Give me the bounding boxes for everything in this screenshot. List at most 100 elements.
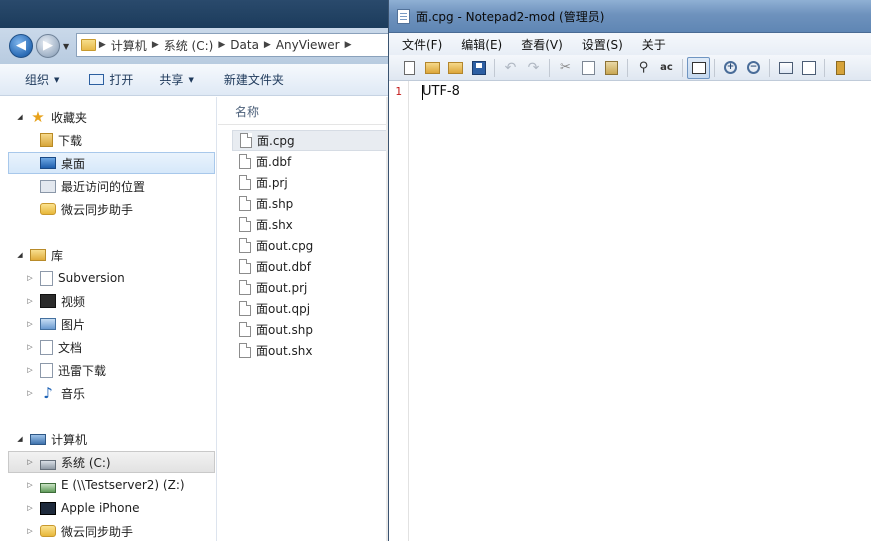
customize-scheme-button[interactable] (797, 57, 820, 79)
paste-button[interactable] (600, 57, 623, 79)
open-label: 打开 (109, 73, 134, 87)
tree-label: 库 (51, 248, 64, 263)
menu-file[interactable]: 文件(F) (389, 36, 449, 53)
organize-button[interactable]: 组织 ▼ (0, 64, 69, 95)
column-header-name[interactable]: ˆ 名称 (218, 97, 390, 125)
file-row[interactable]: 面.shx (232, 214, 390, 235)
tree-item-weiyun[interactable]: 微云同步助手 (0, 198, 216, 220)
breadcrumb-system-drive[interactable]: 系统 (C:) (164, 37, 214, 54)
file-row[interactable]: 面.cpg (232, 130, 390, 151)
tree-label: 计算机 (51, 432, 88, 447)
file-list-pane[interactable]: ˆ 名称 面.cpg 面.dbf 面.prj 面.shp 面.shx 面out.… (218, 97, 390, 541)
menu-about[interactable]: 关于 (630, 36, 673, 53)
editor-line-text[interactable]: UTF-8 (422, 84, 460, 99)
undo-button[interactable]: ↶ (499, 57, 522, 79)
expand-arrow-icon[interactable]: ▷ (25, 389, 35, 397)
expand-arrow-icon[interactable]: ▷ (25, 504, 35, 512)
forward-button[interactable]: ▶ (36, 34, 60, 58)
expand-arrow-icon[interactable]: ▷ (25, 458, 35, 466)
tree-item-recent-places[interactable]: 最近访问的位置 (0, 175, 216, 197)
file-row[interactable]: 面out.prj (232, 277, 390, 298)
recent-pages-dropdown-icon[interactable]: ▼ (63, 42, 69, 51)
word-wrap-icon (691, 61, 706, 74)
word-wrap-button[interactable] (687, 56, 710, 79)
file-name: 面.shp (256, 197, 294, 211)
file-row[interactable]: 面.prj (232, 172, 390, 193)
tree-item-music[interactable]: ▷ ♪ 音乐 (0, 382, 216, 404)
cut-button[interactable]: ✂ (554, 57, 577, 79)
tree-item-network-drive[interactable]: ▷ E (\\Testserver2) (Z:) (0, 474, 216, 496)
menu-settings[interactable]: 设置(S) (570, 36, 630, 53)
tree-item-videos[interactable]: ▷ 视频 (0, 290, 216, 312)
tree-item-subversion[interactable]: ▷ Subversion (0, 267, 216, 289)
tree-favorites[interactable]: ◢ ★ 收藏夹 (0, 106, 216, 128)
new-button[interactable] (398, 57, 421, 79)
navigation-pane[interactable]: ◢ ★ 收藏夹 下载 桌面 最近访问的位置 微云同步助手 ◢ 库 ▷ Subve… (0, 97, 217, 541)
breadcrumb-separator-icon[interactable]: ▶ (96, 40, 106, 50)
expand-arrow-icon[interactable]: ▷ (25, 343, 35, 351)
breadcrumb-separator-icon[interactable]: ▶ (264, 40, 271, 50)
address-box[interactable]: ▶ 计算机 ▶ 系统 (C:) ▶ Data ▶ AnyViewer ▶ (76, 33, 390, 57)
breadcrumb-separator-icon[interactable]: ▶ (152, 40, 159, 50)
file-row[interactable]: 面out.cpg (232, 235, 390, 256)
new-folder-button[interactable]: 新建文件夹 (204, 64, 294, 95)
pictures-library-icon (40, 318, 56, 330)
open-button[interactable] (421, 57, 444, 79)
file-row[interactable]: 面out.qpj (232, 298, 390, 319)
tree-item-downloads[interactable]: 下载 (0, 129, 216, 151)
breadcrumb-separator-icon[interactable]: ▶ (218, 40, 225, 50)
find-icon: ⚲ (638, 60, 649, 75)
menu-view[interactable]: 查看(V) (509, 36, 570, 53)
tree-item-documents[interactable]: ▷ 文档 (0, 336, 216, 358)
weiyun-icon (40, 525, 56, 537)
tree-computer[interactable]: ◢ 计算机 (0, 428, 216, 450)
redo-button[interactable]: ↷ (522, 57, 545, 79)
file-row[interactable]: 面out.shp (232, 319, 390, 340)
tree-item-system-drive[interactable]: ▷ 系统 (C:) (8, 451, 215, 473)
tree-libraries[interactable]: ◢ 库 (0, 244, 216, 266)
toolbar-separator (714, 58, 715, 77)
tree-item-weiyun-computer[interactable]: ▷ 微云同步助手 (0, 520, 216, 541)
tree-label: E (\\Testserver2) (Z:) (61, 478, 185, 492)
file-icon (239, 154, 251, 169)
collapse-arrow-icon[interactable]: ◢ (15, 113, 25, 121)
zoom-in-button[interactable]: + (719, 57, 742, 79)
share-button[interactable]: 共享 ▼ (143, 64, 203, 95)
find-button[interactable]: ⚲ (632, 57, 655, 79)
tree-item-iphone[interactable]: ▷ Apple iPhone (0, 497, 216, 519)
file-row[interactable]: 面out.shx (232, 340, 390, 361)
expand-arrow-icon[interactable]: ▷ (25, 481, 35, 489)
file-row[interactable]: 面.dbf (232, 151, 390, 172)
collapse-arrow-icon[interactable]: ◢ (15, 251, 25, 259)
text-editor[interactable]: 1 UTF-8 (389, 81, 871, 541)
scheme-button[interactable] (774, 57, 797, 79)
breadcrumb-separator-icon[interactable]: ▶ (345, 40, 352, 50)
save-button[interactable] (467, 57, 490, 79)
breadcrumb-anyviewer[interactable]: AnyViewer (276, 38, 340, 52)
expand-arrow-icon[interactable]: ▷ (25, 297, 35, 305)
tree-item-desktop[interactable]: 桌面 (8, 152, 215, 174)
tree-item-pictures[interactable]: ▷ 图片 (0, 313, 216, 335)
notepad-titlebar[interactable]: 面.cpg - Notepad2-mod (管理员) (389, 0, 871, 33)
open-button[interactable]: 打开 (69, 64, 143, 95)
expand-arrow-icon[interactable]: ▷ (25, 527, 35, 535)
tree-label: Subversion (58, 271, 125, 285)
expand-arrow-icon[interactable]: ▷ (25, 320, 35, 328)
expand-arrow-icon[interactable]: ▷ (25, 274, 35, 282)
breadcrumb-computer[interactable]: 计算机 (111, 37, 147, 54)
file-row[interactable]: 面.shp (232, 193, 390, 214)
file-row[interactable]: 面out.dbf (232, 256, 390, 277)
browse-button[interactable] (444, 57, 467, 79)
zoom-out-button[interactable]: − (742, 57, 765, 79)
back-button[interactable]: ◀ (9, 34, 33, 58)
copy-button[interactable] (577, 57, 600, 79)
breadcrumb-data[interactable]: Data (230, 38, 259, 52)
zoom-out-icon: − (747, 61, 760, 74)
menu-edit[interactable]: 编辑(E) (449, 36, 509, 53)
collapse-arrow-icon[interactable]: ◢ (15, 435, 25, 443)
expand-arrow-icon[interactable]: ▷ (25, 366, 35, 374)
exit-button[interactable] (829, 57, 852, 79)
file-icon (239, 175, 251, 190)
tree-item-thunder-downloads[interactable]: ▷ 迅雷下载 (0, 359, 216, 381)
replace-button[interactable]: ac (655, 57, 678, 79)
